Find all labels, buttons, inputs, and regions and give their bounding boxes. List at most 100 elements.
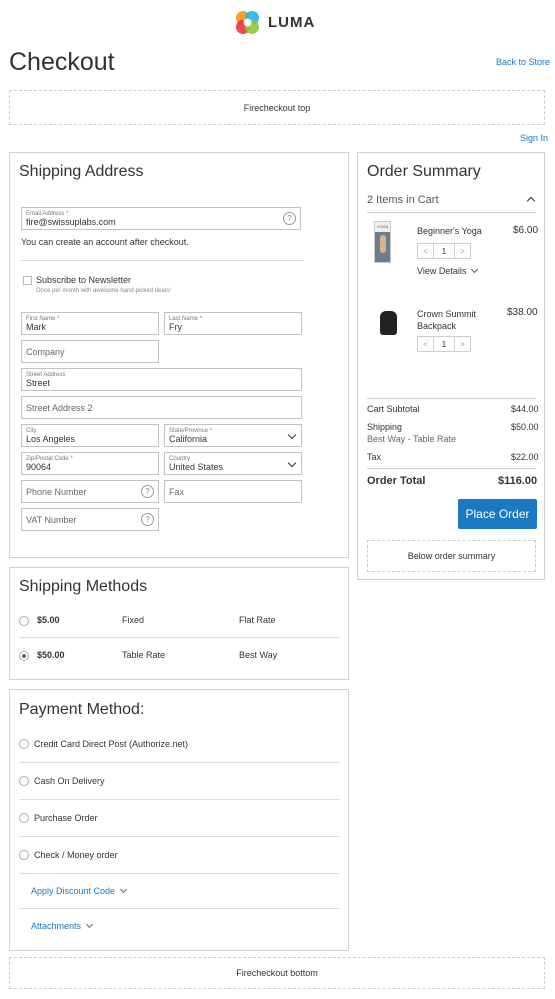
country-select[interactable]: Country United States [164, 452, 302, 475]
subtotal-label: Cart Subtotal [367, 404, 420, 414]
phone-field[interactable]: Phone Number ? [21, 480, 159, 503]
payment-method-label[interactable]: Credit Card Direct Post (Authorize.net) [34, 739, 188, 749]
street-value: Street [26, 378, 51, 388]
divider [367, 398, 536, 399]
divider [19, 637, 340, 638]
order-summary-title: Order Summary [367, 163, 481, 180]
product-thumbnail-backpack [380, 311, 397, 335]
shipping-radio-flat[interactable] [19, 616, 29, 626]
apply-discount-toggle[interactable]: Apply Discount Code [31, 885, 128, 896]
item-name: Crown Summit Backpack [417, 309, 477, 331]
payment-radio[interactable] [19, 850, 29, 860]
apply-discount-label: Apply Discount Code [31, 886, 116, 896]
help-icon[interactable]: ? [141, 512, 154, 526]
zip-value: 90064 [26, 462, 52, 472]
increment-button[interactable]: > [454, 336, 471, 352]
account-note: You can create an account after checkout… [21, 237, 189, 247]
city-value: Los Angeles [26, 434, 76, 444]
place-order-button[interactable]: Place Order [458, 499, 537, 529]
vat-field[interactable]: VAT Number ? [21, 508, 159, 531]
vat-placeholder: VAT Number [26, 514, 77, 525]
quantity-stepper[interactable]: < 1 > [417, 243, 471, 259]
shipping-method: Table Rate [122, 650, 166, 660]
shipping-methods-panel: Shipping Methods $5.00 Fixed Flat Rate $… [9, 567, 349, 680]
street-2-field[interactable]: Street Address 2 [21, 396, 302, 419]
order-total-label: Order Total [367, 475, 426, 487]
divider [19, 799, 340, 800]
page-title: Checkout [9, 48, 115, 76]
yoga-figure [379, 235, 386, 253]
help-icon[interactable]: ? [141, 484, 154, 498]
zip-field[interactable]: Zip/Postal Code * 90064 [21, 452, 159, 475]
chevron-down-icon [471, 265, 479, 274]
country-value: United States [169, 462, 224, 472]
decrement-button[interactable]: < [417, 336, 434, 352]
city-field[interactable]: City Los Angeles [21, 424, 159, 447]
chevron-down-icon [287, 458, 297, 467]
chevron-up-icon[interactable] [526, 196, 536, 206]
help-icon[interactable]: ? [283, 211, 296, 225]
payment-method-label[interactable]: Cash On Delivery [34, 776, 105, 786]
shipping-methods-title: Shipping Methods [19, 578, 148, 595]
attachments-toggle[interactable]: Attachments [31, 920, 94, 931]
chevron-down-icon [120, 885, 128, 894]
payment-method-title: Payment Method: [19, 701, 145, 718]
payment-radio[interactable] [19, 813, 29, 823]
fax-field[interactable]: Fax [164, 480, 302, 503]
shipping-label: Shipping [367, 422, 403, 432]
subtotal-value: $44.00 [511, 404, 539, 414]
shipping-price: $50.00 [37, 650, 65, 660]
email-value: fire@swissuplabs.com [26, 217, 116, 227]
firecheckout-bottom: Firecheckout bottom [9, 957, 545, 989]
attachments-label: Attachments [31, 921, 82, 931]
divider [367, 468, 536, 469]
newsletter-checkbox[interactable] [23, 276, 32, 285]
shipping-carrier: Flat Rate [239, 615, 276, 625]
payment-method-label[interactable]: Purchase Order [34, 813, 98, 823]
email-field[interactable]: Email Address * fire@swissuplabs.com ? [21, 207, 301, 230]
sign-in-link[interactable]: Sign In [520, 133, 548, 143]
tax-value: $22.00 [511, 452, 539, 462]
newsletter-label: Subscribe to Newsletter [36, 275, 132, 285]
last-name-value: Fry [169, 322, 182, 332]
payment-radio[interactable] [19, 739, 29, 749]
quantity-value[interactable]: 1 [434, 336, 454, 352]
shipping-address-panel: Shipping Address Email Address * fire@sw… [9, 152, 349, 558]
quantity-value[interactable]: 1 [434, 243, 454, 259]
decrement-button[interactable]: < [417, 243, 434, 259]
shipping-radio-table[interactable] [19, 651, 29, 661]
last-name-field[interactable]: Last Name * Fry [164, 312, 302, 335]
view-details-toggle[interactable]: View Details [417, 265, 479, 276]
thumbnail-title: YOGA [375, 222, 390, 232]
order-summary-panel: Order Summary 2 Items in Cart YOGA Begin… [357, 152, 545, 580]
phone-placeholder: Phone Number [26, 486, 87, 497]
payment-radio[interactable] [19, 776, 29, 786]
tax-label: Tax [367, 452, 382, 462]
shipping-method-label: Best Way - Table Rate [367, 434, 457, 444]
items-in-cart-label[interactable]: 2 Items in Cart [367, 194, 439, 206]
payment-method-panel: Payment Method: Credit Card Direct Post … [9, 689, 349, 951]
luma-logo[interactable]: LUMA [235, 10, 315, 35]
shipping-carrier: Best Way [239, 650, 278, 660]
divider [19, 762, 340, 763]
street-2-placeholder: Street Address 2 [26, 402, 93, 413]
region-select[interactable]: State/Province * California [164, 424, 302, 447]
back-to-store-link[interactable]: Back to Store [496, 57, 550, 67]
item-price: $38.00 [507, 307, 538, 318]
first-name-field[interactable]: First Name * Mark [21, 312, 159, 335]
logo-text: LUMA [268, 14, 316, 31]
quantity-stepper[interactable]: < 1 > [417, 336, 471, 352]
chevron-down-icon [287, 430, 297, 439]
shipping-price: $5.00 [37, 615, 60, 625]
divider [21, 260, 304, 261]
divider [367, 212, 536, 213]
view-details-label: View Details [417, 266, 467, 276]
item-price: $6.00 [513, 225, 539, 236]
street-field[interactable]: Street Address Street [21, 368, 302, 391]
company-field[interactable]: Company [21, 340, 159, 363]
fax-placeholder: Fax [169, 486, 185, 497]
increment-button[interactable]: > [454, 243, 471, 259]
divider [19, 836, 340, 837]
shipping-value: $50.00 [511, 422, 539, 432]
payment-method-label[interactable]: Check / Money order [34, 850, 118, 860]
